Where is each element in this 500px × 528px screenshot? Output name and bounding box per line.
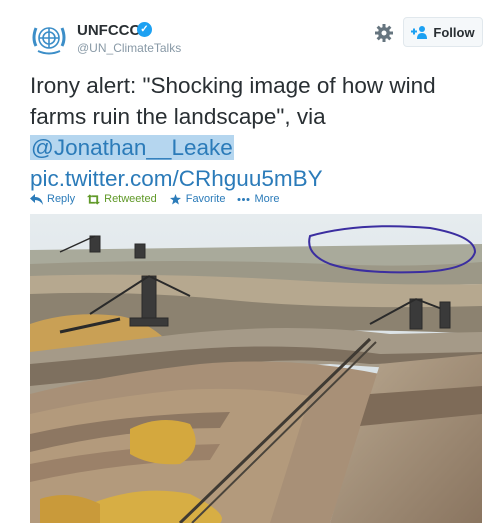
account-name[interactable]: UNFCCC (77, 22, 140, 39)
tweet-text: Irony alert: "Shocking image of how wind… (30, 70, 490, 194)
tweet-text-line: Irony alert: "Shocking image of how wind (30, 73, 436, 98)
gear-icon[interactable] (374, 23, 394, 43)
retweet-action[interactable]: Retweeted (87, 193, 157, 205)
verified-badge-icon: ✓ (137, 22, 152, 37)
favorite-label: Favorite (185, 193, 226, 205)
tweet-photo[interactable] (30, 214, 482, 523)
tweet-header: UNFCCC ✓ @UN_ClimateTalks Follow (0, 0, 500, 62)
add-user-icon (411, 26, 428, 39)
retweeted-label: Retweeted (104, 193, 157, 205)
account-handle[interactable]: @UN_ClimateTalks (77, 41, 181, 55)
reply-label: Reply (47, 193, 76, 205)
tweet-actions: Reply Retweeted Favorite More (30, 191, 292, 207)
more-label: More (254, 193, 280, 205)
favorite-action[interactable]: Favorite (169, 193, 226, 205)
reply-icon (30, 193, 43, 205)
more-action[interactable]: More (237, 193, 280, 205)
star-icon (169, 193, 181, 205)
un-emblem-avatar[interactable] (29, 18, 69, 58)
more-dots-icon (237, 197, 250, 201)
tweet-text-line: farms ruin the landscape", via (30, 104, 326, 129)
mention-link[interactable]: @Jonathan__Leake (30, 135, 234, 160)
follow-button[interactable]: Follow (403, 17, 483, 47)
reply-action[interactable]: Reply (30, 193, 75, 205)
photo-link[interactable]: pic.twitter.com/CRhguu5mBY (30, 166, 323, 191)
retweet-icon (87, 193, 101, 205)
follow-label: Follow (433, 24, 475, 40)
